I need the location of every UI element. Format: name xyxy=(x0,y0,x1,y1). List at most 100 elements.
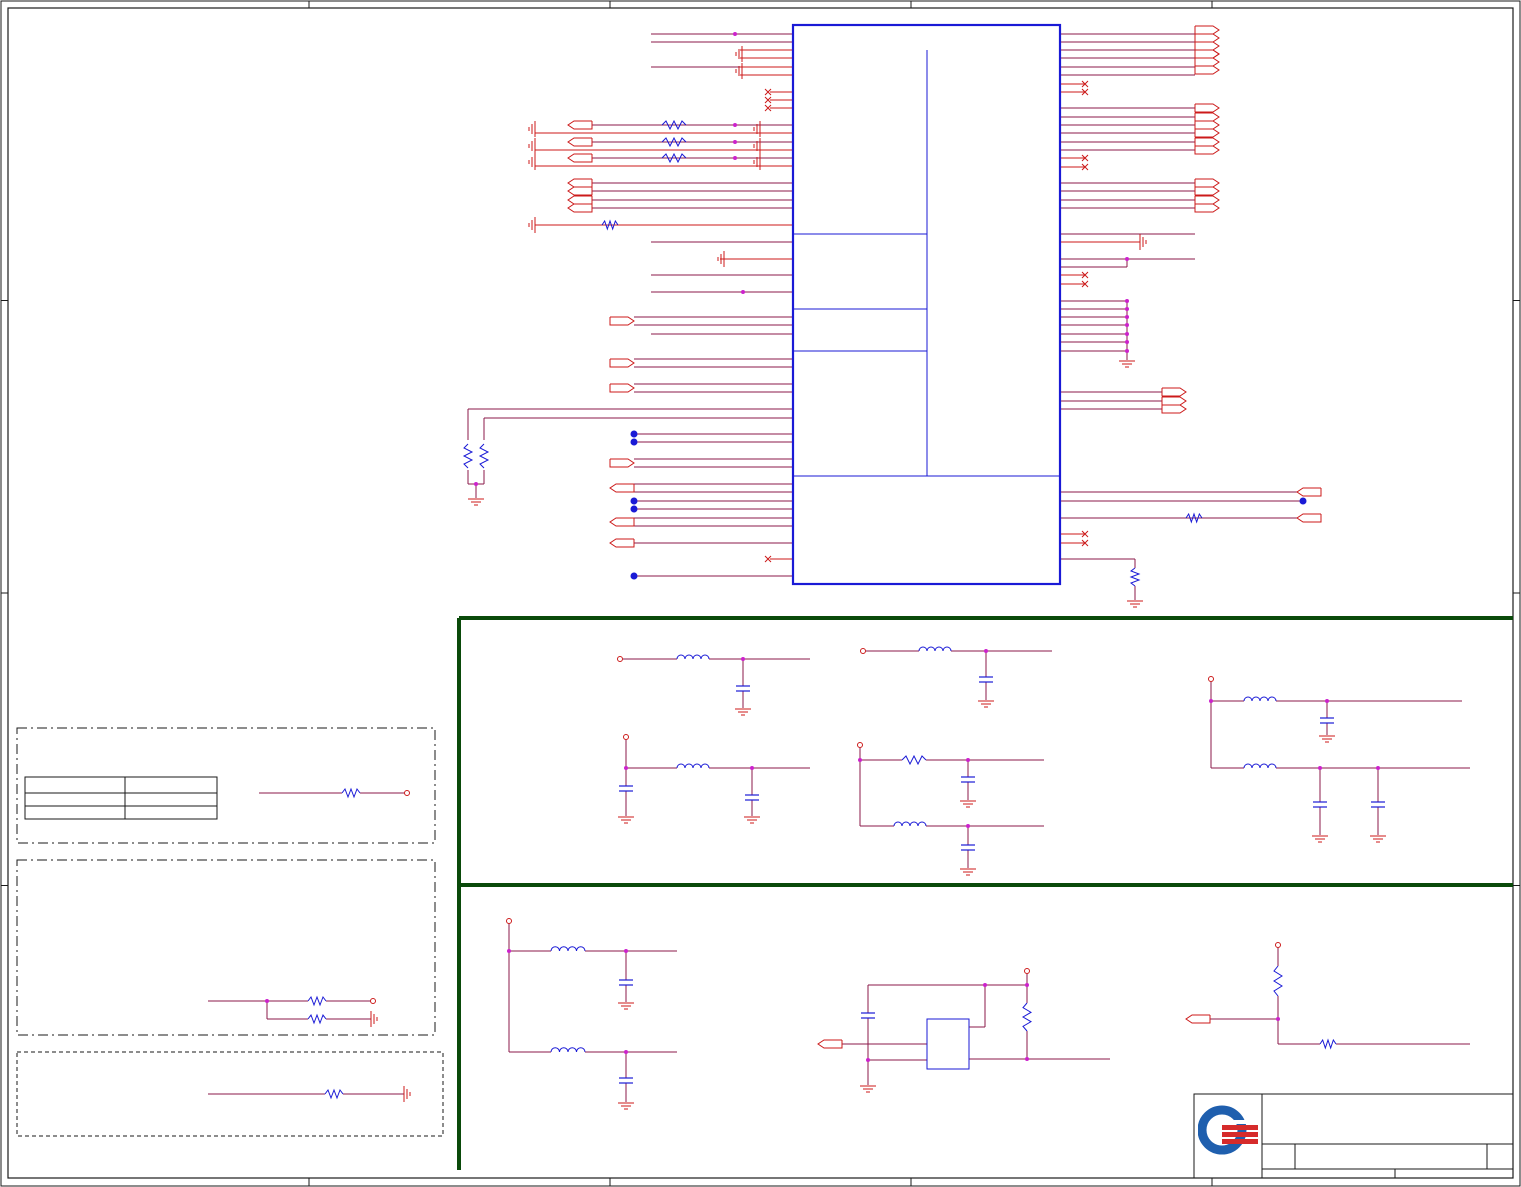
inductor xyxy=(893,821,927,827)
junction-dot xyxy=(733,156,737,160)
power-rail-symbol xyxy=(370,998,376,1004)
schematic-diagram xyxy=(0,0,1521,1187)
junction-dot xyxy=(624,1050,628,1054)
junction-dot xyxy=(1125,340,1129,344)
inductor xyxy=(676,654,710,660)
resistor xyxy=(901,754,927,766)
inductor xyxy=(676,763,710,769)
junction-dot xyxy=(1125,257,1129,261)
junction-dot xyxy=(866,1058,870,1062)
drawing-frame xyxy=(0,0,1521,1187)
junction-dot xyxy=(1209,699,1213,703)
net-port-right xyxy=(1194,203,1220,213)
wires xyxy=(208,33,1470,1102)
net-port-right xyxy=(1194,57,1220,67)
resistor xyxy=(341,787,361,799)
junction-dot xyxy=(1325,699,1329,703)
resistor xyxy=(307,1013,327,1025)
junction-dot xyxy=(858,758,862,762)
junction-dot xyxy=(1125,332,1129,336)
power-rail-symbol xyxy=(1208,676,1214,682)
junction-dot xyxy=(507,949,511,953)
junction-dot xyxy=(1276,1017,1280,1021)
net-port-right xyxy=(1194,178,1220,188)
junction-dot xyxy=(1025,1057,1029,1061)
resistor xyxy=(478,443,490,469)
junction-dot xyxy=(750,766,754,770)
junction-dot xyxy=(733,123,737,127)
net-port-left xyxy=(567,203,593,213)
net-port-left xyxy=(567,153,593,163)
net-port-left xyxy=(1296,487,1322,497)
junction-dot xyxy=(1125,349,1129,353)
net-port-right xyxy=(1194,112,1220,122)
junction-dot xyxy=(624,949,628,953)
net-port-right xyxy=(1194,33,1220,43)
resistor xyxy=(1273,965,1283,997)
test-point xyxy=(630,497,638,505)
resistor xyxy=(1319,1038,1337,1050)
net-port-left xyxy=(1296,513,1322,523)
net-port-right xyxy=(1194,128,1220,138)
power-rail-symbol xyxy=(857,742,863,748)
inductor xyxy=(1243,763,1277,769)
junction-dot xyxy=(733,32,737,36)
power-rail-symbol xyxy=(506,918,512,924)
junction-dot xyxy=(966,824,970,828)
net-port-right xyxy=(1194,41,1220,51)
net-port-left xyxy=(609,517,635,527)
power-rail-symbol xyxy=(404,790,410,796)
net-port-left xyxy=(567,195,593,205)
junction-dot xyxy=(1025,983,1029,987)
net-port-right xyxy=(1194,120,1220,130)
net-port-right xyxy=(609,458,635,468)
net-port-left xyxy=(1185,1014,1211,1024)
inductor xyxy=(550,946,586,952)
net-port-left xyxy=(567,120,593,130)
net-port-right xyxy=(1194,65,1220,75)
net-ports xyxy=(370,25,1322,1049)
resistor xyxy=(1022,1002,1032,1032)
test-point xyxy=(1299,497,1307,505)
net-port-left xyxy=(609,483,635,493)
junction-dot xyxy=(265,999,269,1003)
net-port-right xyxy=(1194,186,1220,196)
net-port-right xyxy=(1194,137,1220,147)
test-point xyxy=(630,572,638,580)
net-port-left xyxy=(817,1039,843,1049)
net-port-right xyxy=(609,316,635,326)
net-port-right xyxy=(1194,103,1220,113)
net-port-left xyxy=(567,137,593,147)
junction-dot xyxy=(1376,766,1380,770)
net-port-left xyxy=(609,538,635,548)
net-port-right xyxy=(1161,396,1187,406)
inductor xyxy=(550,1047,586,1053)
resistor xyxy=(1129,567,1141,587)
net-port-left xyxy=(567,178,593,188)
main-ic xyxy=(791,23,1062,586)
junction-dot xyxy=(741,657,745,661)
junction-dot xyxy=(741,290,745,294)
outer-border xyxy=(0,0,1521,1187)
junction-dot xyxy=(474,482,478,486)
net-port-right xyxy=(1194,25,1220,35)
net-port-left xyxy=(567,186,593,196)
resistor xyxy=(324,1088,344,1100)
net-port-right xyxy=(609,383,635,393)
test-point xyxy=(630,430,638,438)
junction-dot xyxy=(1125,323,1129,327)
inductor xyxy=(1243,696,1277,702)
power-rail-symbol xyxy=(623,734,629,740)
power-rail-symbol xyxy=(1275,942,1281,948)
resistor xyxy=(307,995,327,1007)
test-point xyxy=(630,505,638,513)
power-rail-symbol xyxy=(860,648,866,654)
net-port-right xyxy=(1194,49,1220,59)
components xyxy=(307,46,1386,1110)
net-port-right xyxy=(1194,195,1220,205)
resistor xyxy=(462,443,474,469)
junction-dot xyxy=(1125,315,1129,319)
junction-dot xyxy=(983,983,987,987)
power-rail-symbol xyxy=(617,656,623,662)
dashed-note-boxes xyxy=(16,727,444,1137)
